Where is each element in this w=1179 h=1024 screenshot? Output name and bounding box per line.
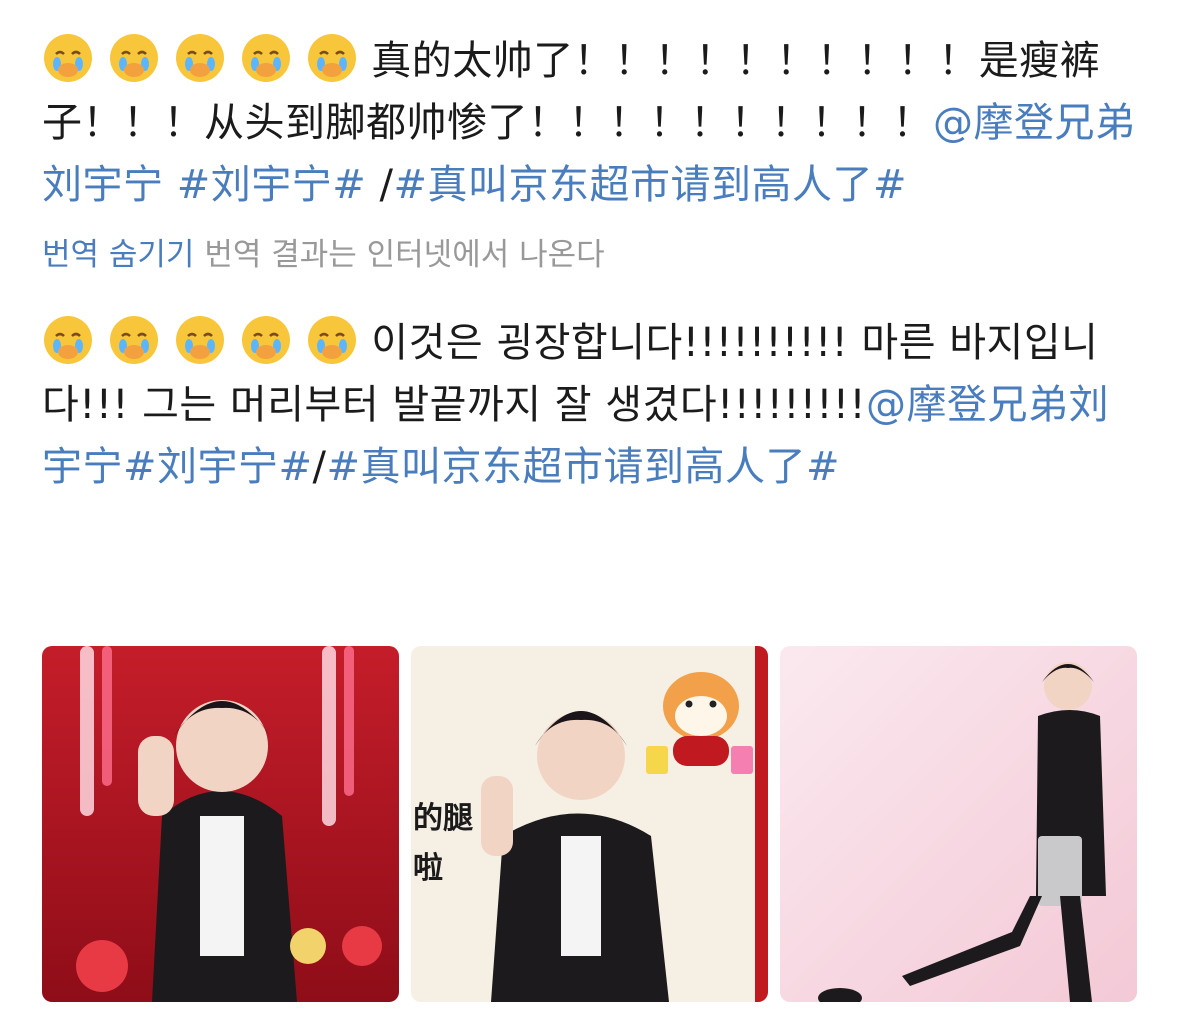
overlay-text-line-2: 啦 — [413, 851, 443, 886]
emoji-row-1 — [42, 34, 371, 84]
hashtag-link[interactable]: #真叫京东超市请到高人了# — [393, 162, 907, 208]
photo-dog-sticker: 的腿 啦 — [411, 646, 768, 1002]
overlay-text-line-1: 的腿 — [413, 801, 473, 836]
crying-emoji-icon — [242, 34, 290, 82]
image-thumbnail-3[interactable] — [780, 646, 1137, 1002]
translated-text: 이것은 굉장합니다!!!!!!!!!! 마른 바지입니다!!! 그는 머리부터 … — [42, 312, 1142, 498]
crying-emoji-icon — [176, 316, 224, 364]
photo-red-stage — [42, 646, 399, 1002]
hashtag-link[interactable]: #刘宇宁# — [123, 444, 313, 490]
crying-emoji-icon — [44, 34, 92, 82]
crying-emoji-icon — [110, 34, 158, 82]
crying-emoji-icon — [176, 34, 224, 82]
photo-pink-pose — [780, 646, 1137, 1002]
hashtag-link[interactable]: #刘宇宁# — [177, 162, 367, 208]
emoji-row-2 — [42, 316, 371, 366]
translation-bar: 번역 숨기기 번역 결과는 인터넷에서 나온다 — [42, 232, 1142, 278]
crying-emoji-icon — [44, 316, 92, 364]
separator — [164, 162, 177, 208]
crying-emoji-icon — [242, 316, 290, 364]
hide-translation-button[interactable]: 번역 숨기기 — [42, 237, 194, 273]
crying-emoji-icon — [308, 316, 356, 364]
translation-source-note: 번역 결과는 인터넷에서 나온다 — [204, 237, 605, 273]
image-grid: 的腿 啦 — [42, 646, 1138, 1002]
image-thumbnail-1[interactable] — [42, 646, 399, 1002]
hashtag-link[interactable]: #真叫京东超市请到高人了# — [327, 444, 841, 490]
original-text: 真的太帅了！！！！！！！！！！是瘦裤子！！！从头到脚都帅惨了！！！！！！！！！！… — [42, 30, 1142, 216]
separator: / — [312, 444, 327, 490]
post-body: 真的太帅了！！！！！！！！！！是瘦裤子！！！从头到脚都帅惨了！！！！！！！！！！… — [42, 30, 1142, 498]
crying-emoji-icon — [110, 316, 158, 364]
image-thumbnail-2[interactable]: 的腿 啦 — [411, 646, 768, 1002]
separator: / — [366, 162, 394, 208]
crying-emoji-icon — [308, 34, 356, 82]
